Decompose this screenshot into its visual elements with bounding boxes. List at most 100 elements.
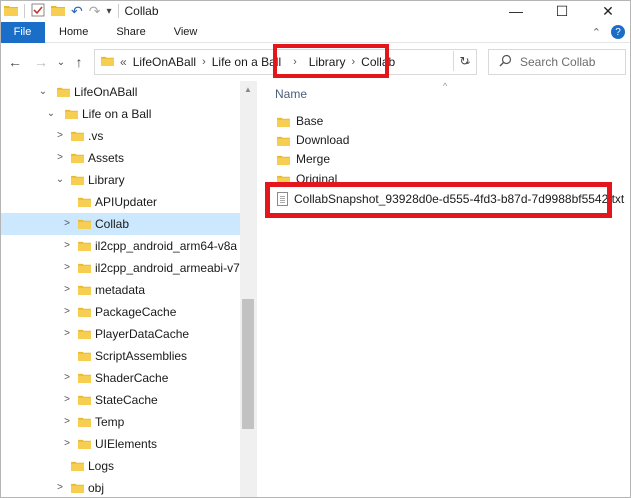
tab-share[interactable]: Share <box>102 22 159 43</box>
tree-item-il2cpp-armeabi[interactable]: > il2cpp_android_armeabi-v7a <box>0 257 246 279</box>
tree-item-label: Assets <box>88 151 125 165</box>
expand-icon[interactable]: > <box>62 263 72 273</box>
tree-item-label: ScriptAssemblies <box>95 349 188 363</box>
tree-item-metadata[interactable]: > metadata <box>0 279 240 301</box>
tree-item-life-on-a-ball[interactable]: ⌄ Life on a Ball <box>0 103 240 125</box>
tree-item-shadercache[interactable]: > ShaderCache <box>0 367 240 389</box>
folder-icon <box>78 284 91 295</box>
help-icon[interactable]: ? <box>611 25 625 39</box>
expand-icon[interactable]: > <box>55 153 65 163</box>
customize-dropdown-icon[interactable]: ▾ <box>106 6 111 17</box>
file-list-pane: ^ Name Base Download Merge Original Coll… <box>257 81 631 498</box>
tree-item-obj[interactable]: > obj <box>0 477 240 498</box>
maximize-button[interactable]: ☐ <box>539 0 585 22</box>
folder-icon <box>277 116 290 127</box>
collapse-icon[interactable]: ⌄ <box>38 87 48 97</box>
collapse-icon[interactable]: ⌄ <box>46 109 56 119</box>
tree-item-playerdatacache[interactable]: > PlayerDataCache <box>0 323 240 345</box>
tab-view[interactable]: View <box>160 22 212 43</box>
expand-icon[interactable]: > <box>62 417 72 427</box>
navigation-pane: ⌄ LifeOnABall ⌄ Life on a Ball > .vs > A… <box>0 81 256 498</box>
expand-icon[interactable]: > <box>62 329 72 339</box>
address-highlight-box <box>273 44 389 78</box>
up-button[interactable]: ↑ <box>70 53 88 71</box>
new-folder-icon[interactable] <box>51 4 65 19</box>
expand-icon[interactable]: > <box>55 483 65 493</box>
folder-icon <box>277 154 290 165</box>
tree-item-label: il2cpp_android_arm64-v8a <box>95 239 238 253</box>
expand-icon[interactable]: > <box>62 241 72 251</box>
tree-item-label: Logs <box>88 459 115 473</box>
undo-icon[interactable]: ↶ <box>71 3 83 20</box>
expand-icon[interactable]: > <box>62 285 72 295</box>
recent-locations-button[interactable]: ⌄ <box>52 53 70 71</box>
breadcrumb-life-on-a-ball[interactable]: Life on a Ball <box>212 55 281 69</box>
breadcrumb-overflow[interactable]: « <box>120 55 127 69</box>
tree-item-library[interactable]: ⌄ Library <box>0 169 240 191</box>
tree-item-assets[interactable]: > Assets <box>0 147 240 169</box>
search-box[interactable]: Search Collab <box>488 49 626 75</box>
column-header-name[interactable]: Name <box>275 87 307 101</box>
tree-item-vs[interactable]: > .vs <box>0 125 240 147</box>
tree-item-logs[interactable]: Logs <box>0 455 240 477</box>
tab-file[interactable]: File <box>0 21 45 43</box>
tree-item-collab[interactable]: > Collab <box>0 213 240 235</box>
separator <box>117 4 119 18</box>
scrollbar-thumb[interactable] <box>242 299 254 429</box>
folder-icon <box>65 108 78 119</box>
expand-icon[interactable]: > <box>55 131 65 141</box>
folder-icon <box>71 174 84 185</box>
chevron-right-icon[interactable]: › <box>202 56 206 68</box>
tree-item-lifeonaball[interactable]: ⌄ LifeOnABall <box>0 81 240 103</box>
list-item-base[interactable]: Base <box>277 111 323 131</box>
refresh-button[interactable]: ↻ <box>453 51 475 71</box>
folder-icon <box>78 394 91 405</box>
ribbon-right-controls: ⌃ ? <box>592 25 625 39</box>
tree-item-label: obj <box>88 481 105 495</box>
title-bar: ↶ ↷ ▾ Collab — ☐ ✕ <box>0 0 631 22</box>
expand-icon[interactable]: > <box>62 395 72 405</box>
expand-icon[interactable]: > <box>62 219 72 229</box>
tree-item-apiupdater[interactable]: APIUpdater <box>0 191 240 213</box>
tree-item-packagecache[interactable]: > PackageCache <box>0 301 240 323</box>
tree-item-uielements[interactable]: > UIElements <box>0 433 240 455</box>
tree-item-statecache[interactable]: > StateCache <box>0 389 240 411</box>
folder-icon <box>78 350 91 361</box>
tree-item-label: UIElements <box>95 437 158 451</box>
properties-icon[interactable] <box>31 3 45 20</box>
scroll-up-icon[interactable]: ▲ <box>244 85 252 94</box>
tree-item-scriptassemblies[interactable]: ScriptAssemblies <box>0 345 240 367</box>
nav-scrollbar[interactable]: ▲ <box>240 81 256 498</box>
list-item-download[interactable]: Download <box>277 130 349 150</box>
tree-item-temp[interactable]: > Temp <box>0 411 240 433</box>
folder-icon <box>71 152 84 163</box>
tree-item-label: LifeOnABall <box>74 85 138 99</box>
expand-icon[interactable]: > <box>62 373 72 383</box>
tree-item-label: Library <box>88 173 125 187</box>
folder-icon <box>57 86 70 97</box>
list-item-merge[interactable]: Merge <box>277 149 330 169</box>
expand-icon[interactable]: > <box>62 439 72 449</box>
tree-item-label: .vs <box>88 129 104 143</box>
close-button[interactable]: ✕ <box>585 0 631 22</box>
separator <box>24 4 25 18</box>
tab-home[interactable]: Home <box>45 22 102 43</box>
tree-item-label: PlayerDataCache <box>95 327 190 341</box>
tree-item-label: metadata <box>95 283 146 297</box>
minimize-button[interactable]: — <box>493 0 539 22</box>
redo-icon[interactable]: ↷ <box>89 3 101 20</box>
tree-item-label: Collab <box>95 217 130 231</box>
collapse-ribbon-icon[interactable]: ⌃ <box>592 26 601 39</box>
tree-item-label: Temp <box>95 415 125 429</box>
breadcrumb-lifeonaball[interactable]: LifeOnABall <box>133 55 196 69</box>
file-name: Download <box>296 133 350 147</box>
back-button[interactable]: ← <box>6 53 24 71</box>
file-name: Merge <box>296 152 331 166</box>
folder-icon <box>78 218 91 229</box>
forward-button[interactable]: → <box>32 53 50 71</box>
folder-icon <box>101 55 114 69</box>
collapse-icon[interactable]: ⌄ <box>55 175 65 185</box>
expand-icon[interactable]: > <box>62 307 72 317</box>
search-input[interactable]: Search Collab <box>520 55 595 69</box>
tree-item-il2cpp-arm64[interactable]: > il2cpp_android_arm64-v8a <box>0 235 240 257</box>
